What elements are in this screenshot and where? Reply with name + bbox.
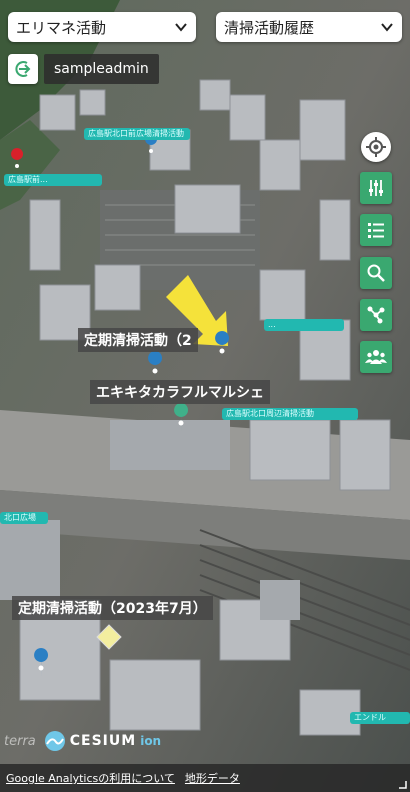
resize-corner-icon <box>399 781 407 789</box>
terra-logo: terra <box>4 733 36 749</box>
crosshair-icon <box>366 137 386 157</box>
map-tag[interactable]: ... <box>264 319 344 331</box>
user-name: sampleadmin <box>44 54 159 84</box>
logout-icon <box>15 61 31 77</box>
list-icon <box>368 223 384 238</box>
network-icon <box>367 306 385 324</box>
map-label-marche[interactable]: エキキタカラフルマルシェ <box>90 380 270 404</box>
terrain-link[interactable]: 地形データ <box>185 770 240 786</box>
analytics-link[interactable]: Google Analyticsの利用について <box>6 770 175 786</box>
attribution-logos: terra CESIUM ion <box>4 727 161 755</box>
map-tag[interactable]: エンドル <box>350 712 410 724</box>
network-button[interactable] <box>360 299 392 331</box>
people-button[interactable] <box>360 341 392 373</box>
sliders-icon <box>369 180 383 196</box>
map-tag[interactable]: 広島駅北口前広場清掃活動 <box>84 128 190 140</box>
cesium-logo-icon <box>44 731 65 751</box>
chevron-down-icon <box>381 23 393 32</box>
activity-select-value: エリマネ活動 <box>16 18 107 37</box>
history-select[interactable]: 清掃活動履歴 <box>216 12 402 42</box>
cesium-logo-text: CESIUM <box>69 733 137 749</box>
ion-logo-text: ion <box>140 734 162 748</box>
map-label-cleaning[interactable]: 定期清掃活動（2 <box>78 328 198 352</box>
filter-button[interactable] <box>360 172 392 204</box>
map-tag[interactable]: 広島駅前... <box>4 174 102 186</box>
map-tag[interactable]: 北口広場 <box>0 512 48 524</box>
chevron-down-icon <box>175 23 187 32</box>
logout-button[interactable] <box>8 54 38 84</box>
list-button[interactable] <box>360 214 392 246</box>
credit-bar: Google Analyticsの利用について 地形データ <box>0 764 410 792</box>
history-select-value: 清掃活動履歴 <box>224 18 315 37</box>
people-icon <box>365 350 387 364</box>
map-label-cleaning-2023[interactable]: 定期清掃活動（2023年7月） <box>12 596 213 620</box>
locate-button[interactable] <box>361 132 391 162</box>
search-button[interactable] <box>360 257 392 289</box>
map-tag[interactable]: 広島駅北口周辺清掃活動 <box>222 408 358 420</box>
activity-select[interactable]: エリマネ活動 <box>8 12 196 42</box>
user-box: sampleadmin <box>8 54 159 84</box>
search-icon <box>367 264 385 282</box>
